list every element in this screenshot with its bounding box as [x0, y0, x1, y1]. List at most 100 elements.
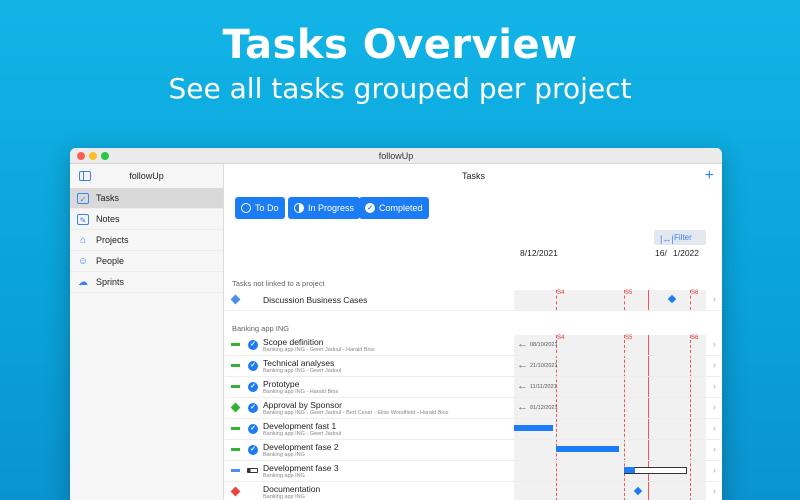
- gantt-track: S4 S5 S6: [514, 290, 706, 310]
- page-title: Tasks: [461, 171, 485, 181]
- milestone-icon: [230, 402, 241, 413]
- chevron-right-icon[interactable]: ›: [713, 339, 716, 349]
- circle-icon: [241, 203, 251, 213]
- sidebar-item-sprints[interactable]: ☁ Sprints: [70, 272, 223, 293]
- sidebar-toggle-icon[interactable]: [79, 171, 91, 181]
- checkbox-icon: ✓: [77, 193, 89, 204]
- zoom-window-button[interactable]: [101, 152, 109, 160]
- completed-check-icon[interactable]: ✓: [248, 403, 258, 413]
- task-title: Documentation: [263, 484, 321, 494]
- task-subtitle: Banking app ING - Geert Jadoul - Bert Ce…: [263, 410, 449, 416]
- person-icon: ☺: [77, 256, 89, 267]
- sidebar: followUp ✓ Tasks ✎ Notes ⌂ Projects ☺ Pe…: [70, 164, 224, 500]
- note-icon: ✎: [77, 214, 89, 225]
- today-line: [648, 290, 649, 310]
- task-row[interactable]: ✓ Prototype Banking app ING - Harald Bio…: [225, 377, 722, 398]
- task-row[interactable]: ✓ Approval by Sponsor Banking app ING - …: [225, 398, 722, 419]
- timeline-date: 8/12/2021: [520, 248, 558, 258]
- todo-label: To Do: [255, 203, 279, 213]
- task-subtitle: Banking app ING - Geert Jadoul - Harald …: [263, 347, 375, 353]
- completed-check-icon[interactable]: ✓: [248, 340, 258, 350]
- chevron-right-icon[interactable]: ›: [713, 423, 716, 433]
- milestone-marker: [633, 486, 643, 496]
- task-title: Discussion Business Cases: [263, 295, 368, 305]
- sidebar-item-label: People: [96, 256, 125, 266]
- task-row[interactable]: ✓ Development fase 2 Banking app ING ›: [225, 440, 722, 461]
- completion-date: 01/12/2021: [530, 405, 558, 411]
- gantt-bar[interactable]: [514, 425, 553, 431]
- completed-check-icon[interactable]: ✓: [248, 361, 258, 371]
- task-subtitle: Banking app ING: [263, 473, 305, 479]
- title-bar: followUp: [70, 148, 722, 164]
- chevron-right-icon[interactable]: ›: [713, 486, 716, 496]
- task-subtitle: Banking app ING - Geert Jadoul: [263, 431, 342, 437]
- arrow-left-icon: ←: [517, 338, 528, 350]
- completed-check-icon[interactable]: ✓: [248, 382, 258, 392]
- priority-bar: [231, 343, 240, 346]
- priority-bar: [231, 448, 240, 451]
- chevron-right-icon[interactable]: ›: [713, 381, 716, 391]
- filter-range-icon: |↔|: [660, 234, 674, 244]
- task-subtitle: Banking app ING: [263, 494, 305, 500]
- sidebar-header: followUp: [70, 164, 223, 188]
- completed-filter-button[interactable]: ✓ Completed: [359, 197, 429, 219]
- filter-button[interactable]: |↔| Filter: [654, 230, 706, 245]
- task-title: Development fase 3: [263, 463, 339, 473]
- task-row[interactable]: Development fase 3 Banking app ING ›: [225, 461, 722, 482]
- task-row[interactable]: ✓ Development fast 1 Banking app ING - G…: [225, 419, 722, 440]
- sprint-label: S5: [625, 290, 633, 296]
- priority-bar: [231, 364, 240, 367]
- priority-bar: [231, 385, 240, 388]
- app-window: followUp followUp ✓ Tasks ✎ Notes ⌂ Proj…: [70, 148, 722, 500]
- filter-label: Filter: [674, 233, 692, 242]
- task-row[interactable]: Discussion Business Cases S4 S5 S6 ›: [225, 290, 722, 311]
- sidebar-item-label: Notes: [96, 214, 120, 224]
- chevron-right-icon[interactable]: ›: [713, 444, 716, 454]
- sprint-label: S6: [691, 290, 699, 296]
- sidebar-item-projects[interactable]: ⌂ Projects: [70, 230, 223, 251]
- sidebar-item-tasks[interactable]: ✓ Tasks: [70, 188, 223, 209]
- chevron-right-icon[interactable]: ›: [713, 402, 716, 412]
- hero-title: Tasks Overview: [222, 22, 578, 68]
- main-panel: Tasks + To Do In Progress ✓ Completed |↔…: [225, 164, 722, 500]
- chevron-right-icon[interactable]: ›: [713, 465, 716, 475]
- completion-date: 08/10/2021: [530, 342, 558, 348]
- priority-bar: [231, 469, 240, 472]
- chevron-right-icon[interactable]: ›: [713, 360, 716, 370]
- chevron-right-icon[interactable]: ›: [713, 294, 716, 304]
- close-window-button[interactable]: [77, 152, 85, 160]
- add-task-button[interactable]: +: [705, 164, 714, 188]
- completion-date: 21/10/2021: [530, 363, 558, 369]
- todo-filter-button[interactable]: To Do: [235, 197, 285, 219]
- milestone-icon: [230, 486, 241, 497]
- minimize-window-button[interactable]: [89, 152, 97, 160]
- completed-check-icon[interactable]: ✓: [248, 445, 258, 455]
- sprint-label: S4: [557, 290, 565, 296]
- hero-subtitle: See all tasks grouped per project: [168, 72, 632, 105]
- completion-date: 11/11/2021: [530, 384, 557, 390]
- gantt-bar[interactable]: [556, 446, 619, 452]
- group-header: Banking app ING: [232, 324, 290, 333]
- task-row[interactable]: ✓ Scope definition Banking app ING - Gee…: [225, 335, 722, 356]
- progress-indicator: [247, 468, 258, 473]
- in-progress-filter-button[interactable]: In Progress: [288, 197, 361, 219]
- task-row[interactable]: ✓ Technical analyses Banking app ING - G…: [225, 356, 722, 377]
- task-title: Development fast 1: [263, 421, 337, 431]
- sidebar-item-notes[interactable]: ✎ Notes: [70, 209, 223, 230]
- arrow-left-icon: ←: [517, 359, 528, 371]
- priority-bar: [231, 427, 240, 430]
- completed-label: Completed: [379, 203, 423, 213]
- timeline-date: 16/: [655, 248, 667, 258]
- task-title: Approval by Sponsor: [263, 400, 342, 410]
- completed-check-icon[interactable]: ✓: [248, 424, 258, 434]
- task-title: Scope definition: [263, 337, 324, 347]
- sidebar-item-people[interactable]: ☺ People: [70, 251, 223, 272]
- task-row[interactable]: Documentation Banking app ING ›: [225, 482, 722, 500]
- timeline-date: 1/2022: [673, 248, 699, 258]
- sidebar-item-label: Projects: [96, 235, 129, 245]
- arrow-left-icon: ←: [517, 380, 528, 392]
- check-circle-icon: ✓: [365, 203, 375, 213]
- sprint-icon: ☁: [78, 277, 88, 288]
- task-subtitle: Banking app ING - Harald Bios: [263, 389, 339, 395]
- milestone-icon: [230, 294, 241, 305]
